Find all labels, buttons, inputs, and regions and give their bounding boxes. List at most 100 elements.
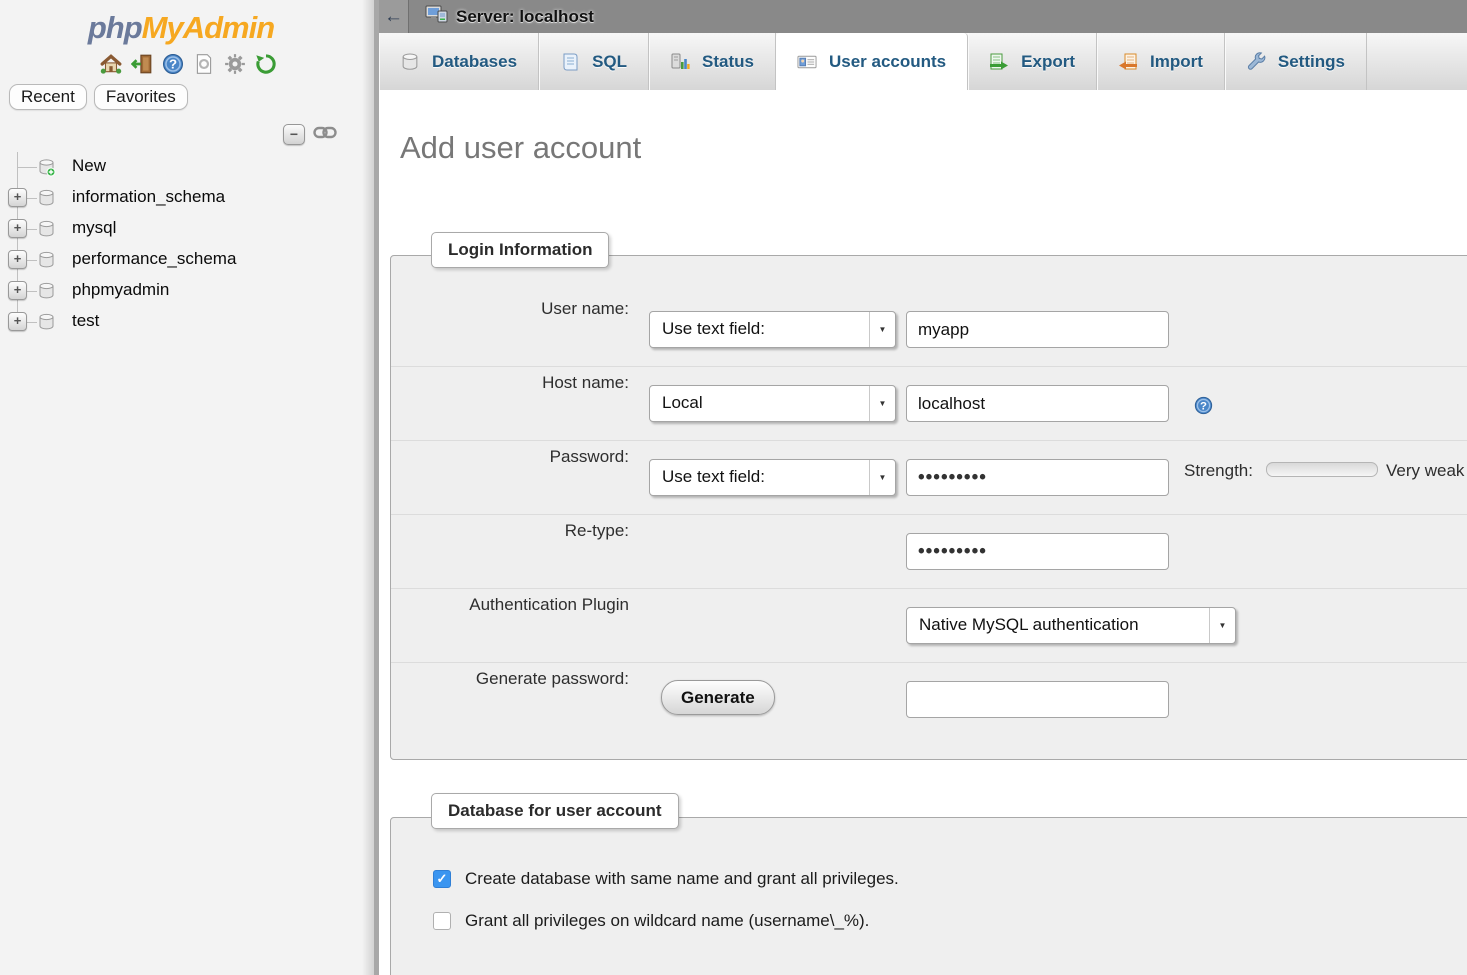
help-icon[interactable]: ?	[162, 53, 184, 75]
hostname-label: Host name:	[433, 373, 629, 393]
retype-label: Re-type:	[433, 521, 629, 541]
tree-controls: −	[283, 124, 337, 145]
database-icon	[37, 282, 56, 305]
tree-branch-line	[27, 260, 37, 261]
tree-item-label[interactable]: performance_schema	[72, 249, 236, 269]
sidebar-toolbar: ?	[0, 53, 362, 75]
link-panels-icon[interactable]	[313, 126, 337, 144]
expand-icon[interactable]: +	[8, 219, 27, 238]
generate-password-label: Generate password:	[433, 669, 629, 689]
database-icon	[37, 189, 56, 212]
option-label[interactable]: Create database with same name and grant…	[465, 869, 899, 889]
chevron-down-icon: ▼	[869, 460, 895, 495]
tab-user-accounts[interactable]: User accounts	[776, 33, 968, 90]
settings-icon	[1246, 52, 1266, 72]
expand-icon[interactable]: +	[8, 312, 27, 331]
home-icon[interactable]	[100, 53, 122, 75]
back-button[interactable]: ←	[379, 0, 409, 33]
sql-icon	[560, 52, 580, 72]
import-icon	[1118, 52, 1138, 72]
database-icon	[37, 220, 56, 243]
breadcrumb[interactable]: Server: localhost	[425, 5, 594, 29]
tree-branch-line	[27, 229, 37, 230]
navigation-resize-handle[interactable]	[362, 0, 379, 975]
tree-item-database[interactable]: + mysql	[0, 214, 362, 245]
database-tree: New + information_schema + mysql + perfo…	[0, 152, 362, 338]
password-label: Password:	[433, 447, 629, 467]
database-icon	[400, 52, 420, 72]
logo-php-text: php	[88, 10, 142, 45]
breadcrumb-label[interactable]: Server: localhost	[456, 7, 594, 27]
retype-row: Re-type:	[391, 515, 1467, 589]
generated-password-input[interactable]	[906, 681, 1169, 718]
recent-button[interactable]: Recent	[9, 84, 87, 110]
create-database-option[interactable]: Create database with same name and grant…	[433, 869, 899, 889]
tab-label: Export	[1021, 52, 1075, 72]
logout-icon[interactable]	[131, 53, 153, 75]
collapse-all-icon[interactable]: −	[283, 124, 305, 145]
retype-password-input[interactable]	[906, 533, 1169, 570]
tree-item-label[interactable]: New	[72, 156, 106, 176]
tab-settings[interactable]: Settings	[1225, 33, 1367, 90]
quick-access-buttons: Recent Favorites	[9, 84, 362, 110]
tree-item-label[interactable]: mysql	[72, 218, 116, 238]
svg-text:?: ?	[168, 57, 176, 72]
generate-button[interactable]: Generate	[661, 680, 775, 715]
fieldset-legend: Login Information	[431, 232, 609, 268]
new-database-icon	[37, 158, 56, 182]
grant-wildcard-checkbox[interactable]	[433, 912, 451, 930]
tab-databases[interactable]: Databases	[379, 33, 539, 90]
tree-item-database[interactable]: + test	[0, 307, 362, 338]
tree-item-database[interactable]: + performance_schema	[0, 245, 362, 276]
docs-icon[interactable]	[193, 53, 215, 75]
user-accounts-icon	[797, 52, 817, 72]
expand-icon[interactable]: +	[8, 281, 27, 300]
tree-item-database[interactable]: + information_schema	[0, 183, 362, 214]
expand-icon[interactable]: +	[8, 250, 27, 269]
password-type-select[interactable]: Use text field: ▼	[649, 459, 896, 496]
auth-plugin-row: Authentication Plugin Native MySQL authe…	[391, 589, 1467, 663]
tab-label: SQL	[592, 52, 627, 72]
tab-label: Databases	[432, 52, 517, 72]
hostname-row: Host name: Local ▼ ?	[391, 367, 1467, 441]
hostname-type-select[interactable]: Local ▼	[649, 385, 896, 422]
tree-item-label[interactable]: phpmyadmin	[72, 280, 169, 300]
database-icon	[37, 313, 56, 336]
tab-label: Status	[702, 52, 754, 72]
tab-label: Settings	[1278, 52, 1345, 72]
tab-import[interactable]: Import	[1097, 33, 1225, 90]
gear-icon[interactable]	[224, 53, 246, 75]
tab-status[interactable]: Status	[649, 33, 776, 90]
page-content: Add user account Login Information User …	[379, 90, 1467, 975]
tree-item-new-database[interactable]: New	[0, 152, 362, 183]
fieldset-legend: Database for user account	[431, 793, 679, 829]
favorites-button[interactable]: Favorites	[94, 84, 188, 110]
tree-item-label[interactable]: information_schema	[72, 187, 225, 207]
tab-sql[interactable]: SQL	[539, 33, 649, 90]
password-input[interactable]	[906, 459, 1169, 496]
help-icon[interactable]: ?	[1194, 396, 1213, 420]
expand-icon[interactable]: +	[8, 188, 27, 207]
database-for-user-fieldset: Database for user account Create databas…	[390, 817, 1467, 975]
phpmyadmin-logo[interactable]: phpMyAdmin	[0, 0, 362, 46]
tree-item-label[interactable]: test	[72, 311, 99, 331]
tree-branch-line	[27, 322, 37, 323]
tab-export[interactable]: Export	[968, 33, 1097, 90]
option-label[interactable]: Grant all privileges on wildcard name (u…	[465, 911, 869, 931]
chevron-down-icon: ▼	[1209, 608, 1235, 643]
tree-item-database[interactable]: + phpmyadmin	[0, 276, 362, 307]
auth-plugin-select[interactable]: Native MySQL authentication ▼	[906, 607, 1236, 644]
create-database-checkbox[interactable]	[433, 870, 451, 888]
username-input[interactable]	[906, 311, 1169, 348]
refresh-icon[interactable]	[255, 53, 277, 75]
password-row: Password: Use text field: ▼ Strength: Ve…	[391, 441, 1467, 515]
username-row: User name: Use text field: ▼	[391, 293, 1467, 367]
login-information-fieldset: Login Information User name: Use text fi…	[390, 255, 1467, 760]
username-type-select[interactable]: Use text field: ▼	[649, 311, 896, 348]
hostname-input[interactable]	[906, 385, 1169, 422]
chevron-down-icon: ▼	[869, 386, 895, 421]
tab-label: Import	[1150, 52, 1203, 72]
grant-wildcard-option[interactable]: Grant all privileges on wildcard name (u…	[433, 911, 869, 931]
tab-label: User accounts	[829, 52, 946, 72]
export-icon	[989, 52, 1009, 72]
